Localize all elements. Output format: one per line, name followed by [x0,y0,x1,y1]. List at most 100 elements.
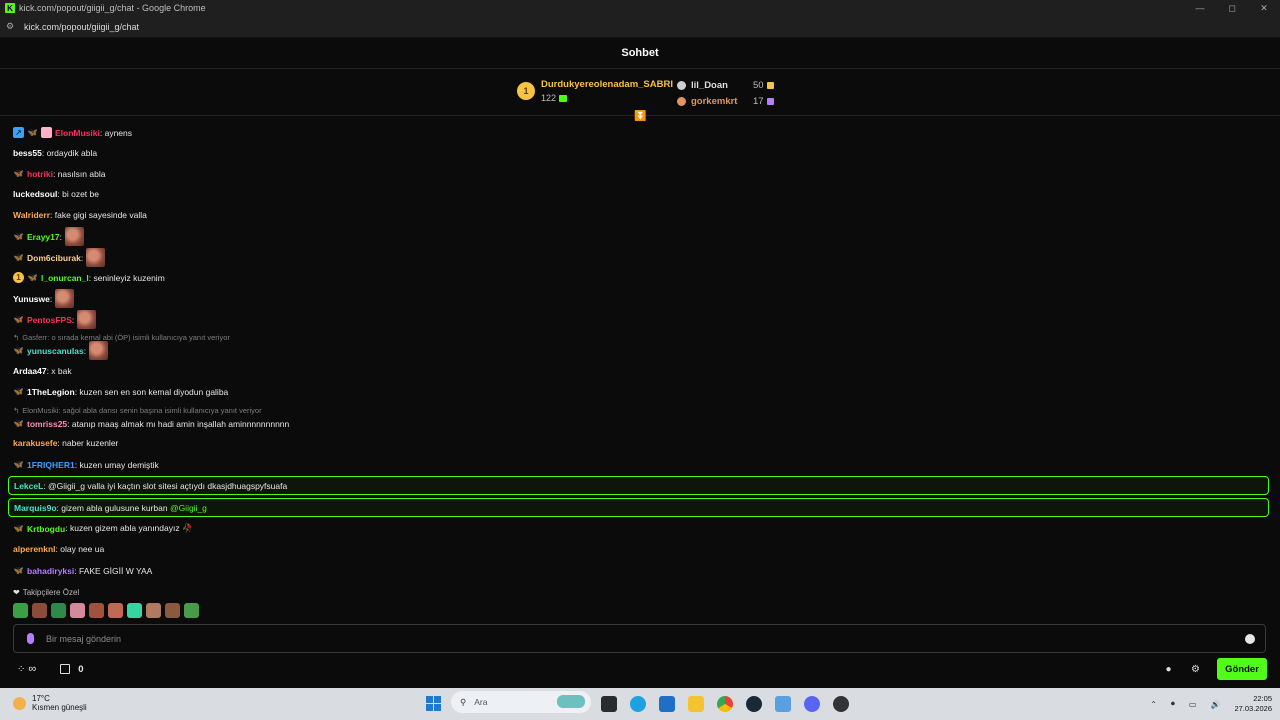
chat-text: : nasılsın abla [52,168,106,179]
reply-context[interactable]: ↰ ElonMusiki: sağol abla darısı senin ba… [13,406,262,415]
emote-image[interactable] [77,310,97,329]
chat-username[interactable]: karakusefe [13,438,57,448]
emote-quickbar [13,603,199,618]
chat-message: 🦋 yunuscanulas: [13,341,109,360]
chat-username[interactable]: Marquis9o [14,503,57,513]
emote-face-icon[interactable] [32,603,47,618]
settings-app-icon[interactable] [775,695,791,712]
chat-message: Walriderr: fake gigi sayesinde valla [13,210,147,220]
emote-image[interactable] [65,227,84,246]
emote-face-icon[interactable] [146,603,161,618]
chat-message: 🦋 hotriki: nasılsın abla [13,168,106,179]
steam-icon[interactable] [746,695,762,712]
settings-gear-icon[interactable]: ⚙ [1190,664,1201,675]
game-app-icon[interactable] [833,695,849,712]
leader-first[interactable]: 1 Durdukyereolenadam_SABRI 122 [517,79,673,103]
chat-username[interactable]: alperenknl [13,544,56,554]
address-bar[interactable]: ⚙ kick.com/popout/giigii_g/chat [0,16,1280,38]
task-view-icon[interactable] [601,695,617,712]
butterfly-badge-icon: 🦋 [13,524,24,533]
emote-cat-icon[interactable] [127,603,142,618]
emote-snake-icon[interactable] [51,603,66,618]
emote-pink-icon[interactable] [70,603,85,618]
taskbar-search[interactable]: ⚲ Ara [451,691,591,713]
file-explorer-icon[interactable] [688,695,704,712]
chat-username[interactable]: Walriderr [13,210,50,220]
microphone-icon[interactable] [27,633,34,644]
store-icon[interactable] [60,664,71,674]
emote-face-icon[interactable] [165,603,180,618]
emote-image[interactable] [55,289,75,308]
chat-username[interactable]: hotriki [27,169,53,179]
chat-bubble-icon[interactable]: ● [1163,664,1174,675]
chat-username[interactable]: Erayy17 [27,232,60,242]
emote-image[interactable] [86,248,106,267]
channel-points-icon[interactable]: ⁘ [17,664,25,675]
chat-mention[interactable]: @Giigii_g [170,503,207,513]
chat-username[interactable]: tomriss25 [27,419,67,429]
chat-username[interactable]: Ardaa47 [13,366,47,376]
butterfly-badge-icon: 🦋 [13,566,24,575]
volume-icon[interactable]: 🔊 [1210,700,1220,709]
butterfly-badge-icon: 🦋 [13,419,24,428]
chat-username[interactable]: Krtbogdu [27,524,65,534]
emote-image[interactable] [89,341,109,360]
chat-username[interactable]: Yunuswe [13,294,50,304]
close-button[interactable]: ✕ [1248,0,1280,16]
weather-widget[interactable]: 17°C Kısmen güneşli [13,694,87,712]
chat-text: : [83,345,87,356]
tray-chevron-icon[interactable]: ⌃ [1150,700,1157,709]
url-text[interactable]: kick.com/popout/giigii_g/chat [24,22,139,32]
leader-second-name[interactable]: lil_Doan [691,80,753,91]
chat-username[interactable]: Dom6ciburak [27,253,81,263]
chat-text: : [59,231,62,242]
chat-text: : gizem abla gulusune kurban [56,503,168,513]
chat-username[interactable]: bahadiryksi [27,566,74,576]
chat-username[interactable]: 1FRIQHER1 [27,460,75,470]
maximize-button[interactable]: ◻ [1216,0,1248,16]
emoji-icon[interactable] [1245,634,1255,644]
chat-username[interactable]: 1TheLegion [27,387,75,397]
chat-username[interactable]: PentosFPS [27,315,72,325]
site-settings-icon[interactable]: ⚙ [6,21,18,32]
store-app-icon[interactable] [659,695,675,712]
chat-username[interactable]: ElonMusiki [55,128,100,138]
search-highlight-image [557,695,585,708]
message-input[interactable]: Bir mesaj gönderin [46,634,121,644]
discord-icon[interactable] [804,695,820,712]
emote-frog-icon[interactable] [13,603,28,618]
emote-face-icon[interactable] [89,603,104,618]
chat-text: : [49,293,53,304]
emote-face-icon[interactable] [108,603,123,618]
leader-third-points: 17 [753,95,764,107]
chat-username[interactable]: LekceL [14,481,43,491]
highlighted-message: LekceL: @Giigii_g valla iyi kaçtın slot … [8,476,1269,495]
chat-message: 🦋 1TheLegion: kuzen sen en son kemal diy… [13,386,229,397]
leader-third-name[interactable]: gorkemkrt [691,96,753,107]
reply-text: ElonMusiki: sağol abla darısı senin başı… [22,406,262,415]
chat-message: Marquis9o: gizem abla gulusune kurban @G… [14,503,207,513]
followers-emotes-label: ❤ Takipçilere Özel [13,588,79,597]
chat-text: : @Giigii_g valla iyi kaçtın slot sitesi… [43,481,288,491]
network-icon[interactable]: ▭ [1189,700,1197,709]
chat-text: : kuzen gizem abla yanındayız 🥀 [65,523,193,533]
clock[interactable]: 22:05 27.03.2026 [1234,694,1272,714]
chat-text: : bi ozet be [57,189,99,199]
microphone-tray-icon[interactable]: ⏺ [1171,699,1175,709]
chat-messages[interactable]: ↗ 🦋 ElonMusiki: aynens bess55: ordaydik … [0,121,1280,621]
minimize-button[interactable]: — [1184,0,1216,16]
leader-first-name[interactable]: Durdukyereolenadam_SABRI [541,79,673,90]
emote-frog-icon[interactable] [184,603,199,618]
chat-username[interactable]: l_onurcan_l [41,273,89,283]
chat-username[interactable]: luckedsoul [13,189,57,199]
chat-username[interactable]: yunuscanulas [27,346,84,356]
gift-icon [766,81,774,89]
windows-start-icon[interactable] [426,696,441,711]
chat-input-box[interactable]: Bir mesaj gönderin [13,624,1266,653]
chat-username[interactable]: bess55 [13,148,42,158]
edge-icon[interactable] [630,695,646,712]
chat-text: : naber kuzenler [57,438,119,448]
send-button[interactable]: Gönder [1217,658,1267,680]
leader-first-points: 122 [541,93,557,103]
chrome-icon[interactable] [717,695,733,712]
